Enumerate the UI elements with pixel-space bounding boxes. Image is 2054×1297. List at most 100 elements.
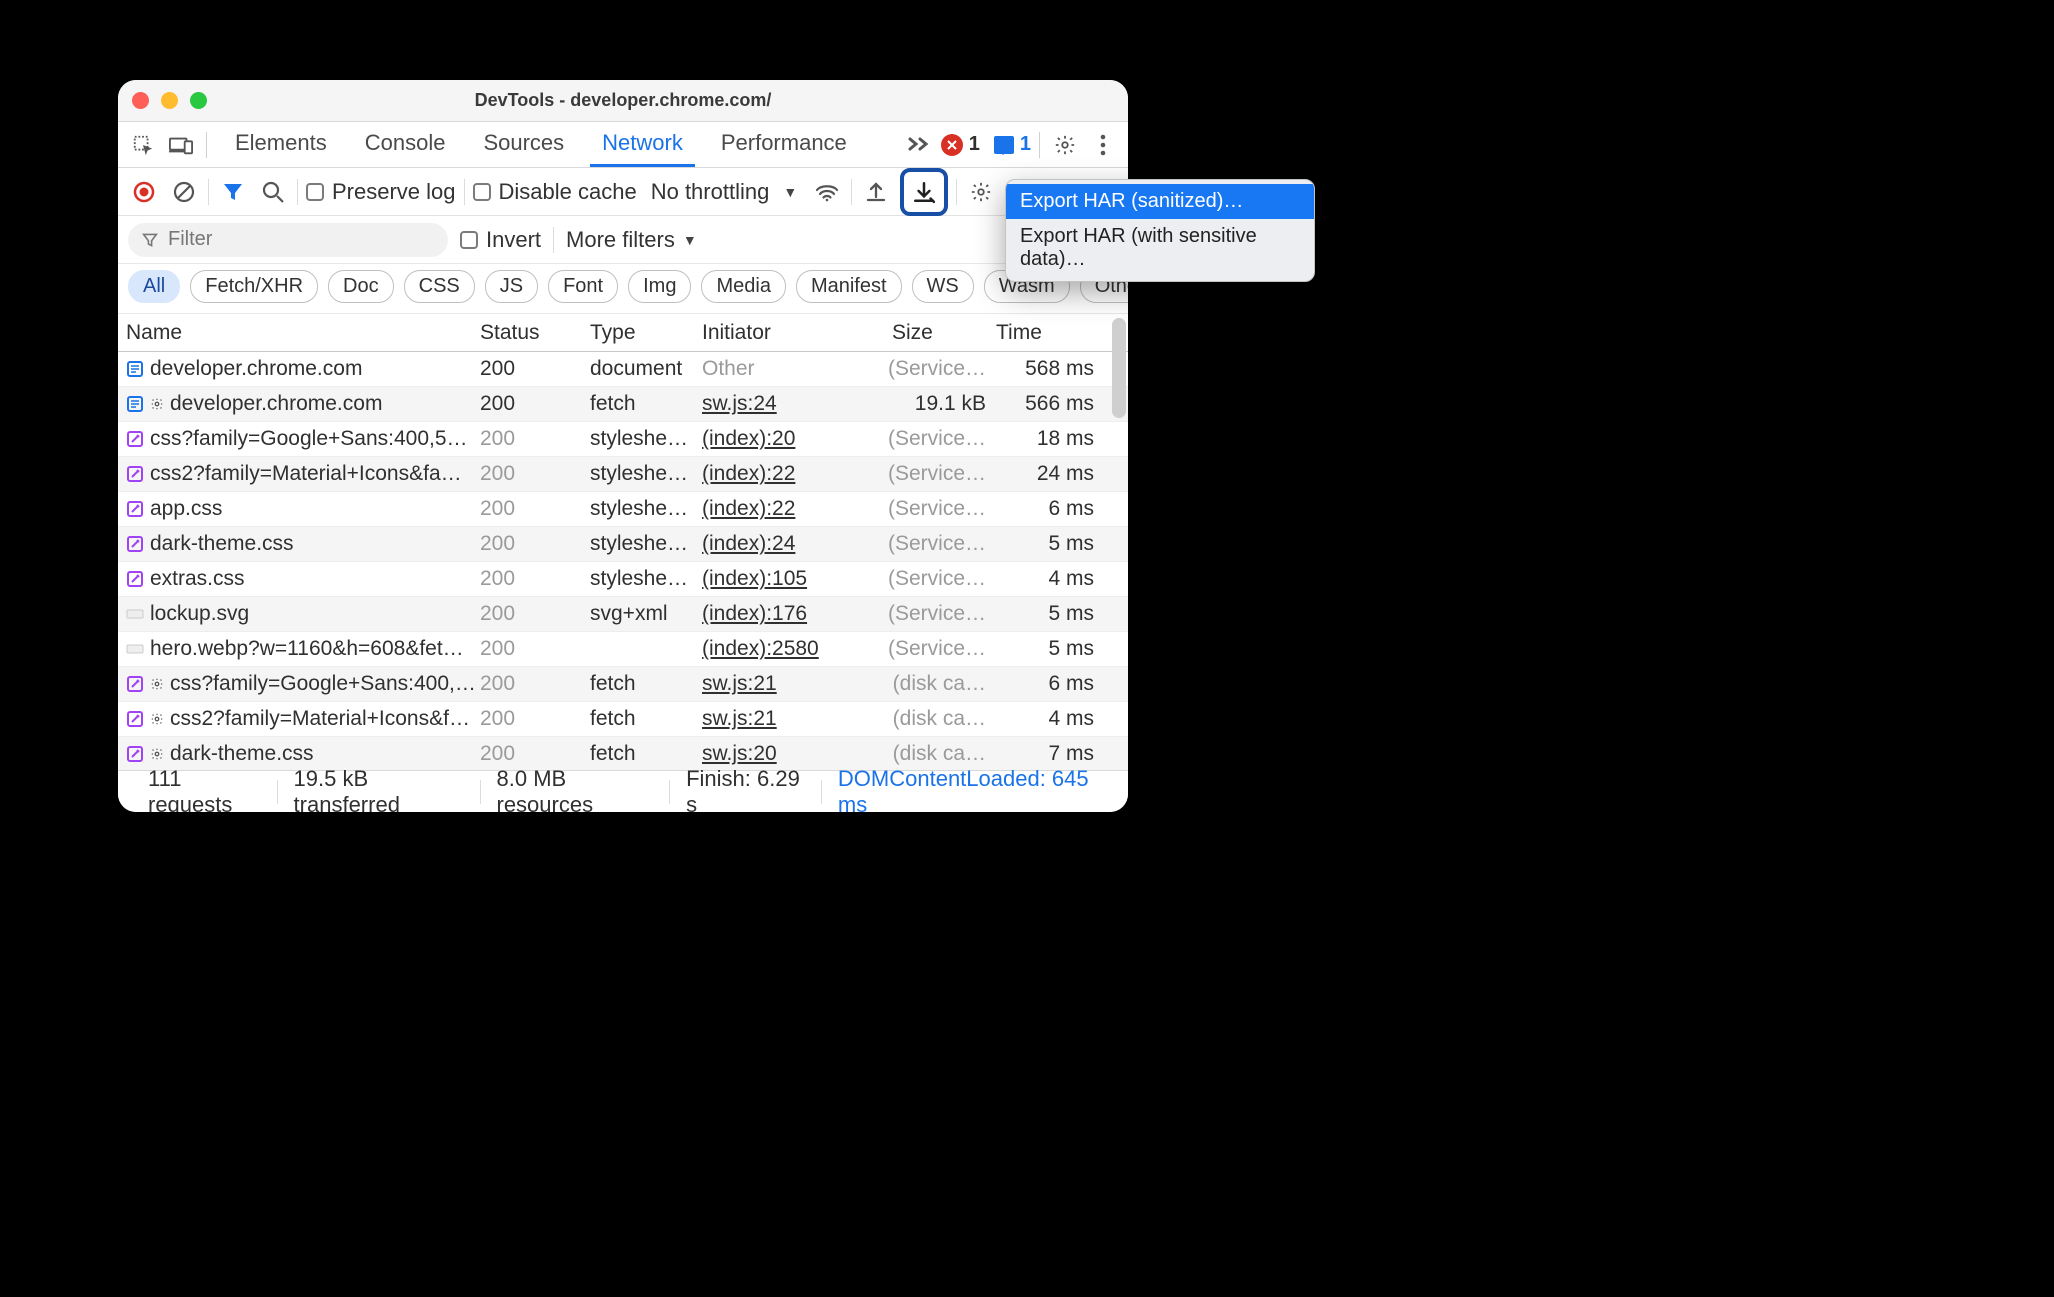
clear-button[interactable]	[168, 176, 200, 208]
divider	[464, 179, 465, 205]
resource-type-pills: All Fetch/XHR Doc CSS JS Font Img Media …	[118, 264, 1128, 314]
cell-status: 200	[480, 462, 590, 486]
cell-size: (Service…	[888, 637, 996, 661]
inspect-element-icon[interactable]	[126, 128, 160, 162]
cell-name: hero.webp?w=1160&h=608&fet…	[150, 637, 464, 661]
error-icon	[941, 134, 963, 156]
col-status[interactable]: Status	[480, 321, 590, 345]
pill-js[interactable]: JS	[485, 270, 538, 303]
cell-initiator[interactable]: (index):2580	[702, 637, 888, 661]
cell-initiator[interactable]: sw.js:24	[702, 392, 888, 416]
cell-initiator[interactable]: (index):20	[702, 427, 888, 451]
table-scrollbar[interactable]	[1112, 318, 1126, 418]
col-time[interactable]: Time	[996, 321, 1108, 345]
summary-finish: Finish: 6.29 s	[670, 766, 821, 813]
pill-css[interactable]: CSS	[404, 270, 475, 303]
table-row[interactable]: css?family=Google+Sans:400,…200fetchsw.j…	[118, 667, 1128, 702]
record-button[interactable]	[128, 176, 160, 208]
throttling-select[interactable]: No throttling ▼	[651, 179, 797, 205]
issues-badge[interactable]: 1	[994, 133, 1031, 156]
col-size[interactable]: Size	[888, 321, 996, 345]
filter-toggle-icon[interactable]	[217, 176, 249, 208]
pill-ws[interactable]: WS	[912, 270, 974, 303]
cell-initiator[interactable]: (index):105	[702, 567, 888, 591]
table-row[interactable]: dark-theme.css200styleshe…(index):24(Ser…	[118, 527, 1128, 562]
cell-size: (Service…	[888, 462, 996, 486]
close-window-button[interactable]	[132, 92, 149, 109]
summary-resources: 8.0 MB resources	[481, 766, 670, 813]
search-icon[interactable]	[257, 176, 289, 208]
error-count: 1	[969, 133, 980, 156]
tab-elements[interactable]: Elements	[223, 122, 339, 167]
cell-status: 200	[480, 497, 590, 521]
table-row[interactable]: css2?family=Material+Icons&fa…200stylesh…	[118, 457, 1128, 492]
pill-media[interactable]: Media	[701, 270, 785, 303]
table-row[interactable]: css?family=Google+Sans:400,5…200styleshe…	[118, 422, 1128, 457]
summary-requests: 111 requests	[132, 766, 277, 813]
pill-doc[interactable]: Doc	[328, 270, 394, 303]
table-row[interactable]: css2?family=Material+Icons&f…200fetchsw.…	[118, 702, 1128, 737]
device-toolbar-icon[interactable]	[164, 128, 198, 162]
cell-time: 5 ms	[996, 532, 1108, 556]
network-settings-gear-icon[interactable]	[965, 176, 997, 208]
issues-count: 1	[1020, 133, 1031, 156]
cell-name: extras.css	[150, 567, 245, 591]
table-row[interactable]: lockup.svg200svg+xml(index):176(Service……	[118, 597, 1128, 632]
divider	[1039, 132, 1040, 158]
cell-status: 200	[480, 392, 590, 416]
maximize-window-button[interactable]	[190, 92, 207, 109]
tab-sources[interactable]: Sources	[471, 122, 576, 167]
menu-export-har-sensitive[interactable]: Export HAR (with sensitive data)…	[1006, 219, 1314, 277]
divider	[297, 179, 298, 205]
table-row[interactable]: developer.chrome.com200documentOther(Ser…	[118, 352, 1128, 387]
col-type[interactable]: Type	[590, 321, 702, 345]
cell-size: (disk ca…	[888, 672, 996, 696]
table-row[interactable]: hero.webp?w=1160&h=608&fet… 200 (index):25…	[118, 632, 1128, 667]
cell-status: 200	[480, 637, 590, 661]
cell-time: 24 ms	[996, 462, 1108, 486]
cell-status: 200	[480, 672, 590, 696]
pill-fetch-xhr[interactable]: Fetch/XHR	[190, 270, 318, 303]
pill-font[interactable]: Font	[548, 270, 618, 303]
pill-all[interactable]: All	[128, 270, 180, 303]
filter-input[interactable]: Filter	[128, 223, 448, 257]
tab-performance[interactable]: Performance	[709, 122, 859, 167]
divider	[851, 179, 852, 205]
minimize-window-button[interactable]	[161, 92, 178, 109]
disable-cache-checkbox[interactable]: Disable cache	[473, 179, 637, 205]
traffic-lights	[132, 92, 207, 109]
cell-initiator[interactable]: (index):176	[702, 602, 888, 626]
cell-initiator[interactable]: (index):22	[702, 497, 888, 521]
export-har-button-highlighted[interactable]	[900, 168, 948, 216]
preserve-log-checkbox[interactable]: Preserve log	[306, 179, 456, 205]
table-row[interactable]: extras.css200styleshe…(index):105(Servic…	[118, 562, 1128, 597]
col-initiator[interactable]: Initiator	[702, 321, 888, 345]
cell-initiator[interactable]: (index):24	[702, 532, 888, 556]
col-name[interactable]: Name	[118, 321, 480, 345]
cell-initiator[interactable]: sw.js:21	[702, 707, 888, 731]
divider	[553, 227, 554, 253]
more-tabs-chevron-icon[interactable]	[901, 132, 937, 158]
cell-initiator[interactable]: (index):22	[702, 462, 888, 486]
invert-checkbox[interactable]: Invert	[460, 227, 541, 253]
network-conditions-icon[interactable]	[811, 176, 843, 208]
more-filters-button[interactable]: More filters ▼	[566, 227, 697, 253]
cell-status: 200	[480, 532, 590, 556]
cell-status: 200	[480, 707, 590, 731]
menu-export-har-sanitized[interactable]: Export HAR (sanitized)…	[1006, 184, 1314, 219]
pill-img[interactable]: Img	[628, 270, 691, 303]
tab-console[interactable]: Console	[353, 122, 458, 167]
import-har-icon[interactable]	[860, 176, 892, 208]
cell-size: (disk ca…	[888, 707, 996, 731]
cell-initiator[interactable]: sw.js:20	[702, 742, 888, 766]
settings-gear-icon[interactable]	[1048, 128, 1082, 162]
table-row[interactable]: app.css200styleshe…(index):22(Service…6 …	[118, 492, 1128, 527]
table-row[interactable]: developer.chrome.com200fetchsw.js:2419.1…	[118, 387, 1128, 422]
cell-initiator[interactable]: sw.js:21	[702, 672, 888, 696]
cell-size: (disk ca…	[888, 742, 996, 766]
error-badge[interactable]: 1	[941, 133, 980, 156]
tab-network[interactable]: Network	[590, 122, 695, 167]
more-menu-icon[interactable]	[1086, 128, 1120, 162]
pill-manifest[interactable]: Manifest	[796, 270, 902, 303]
more-filters-label: More filters	[566, 227, 675, 253]
